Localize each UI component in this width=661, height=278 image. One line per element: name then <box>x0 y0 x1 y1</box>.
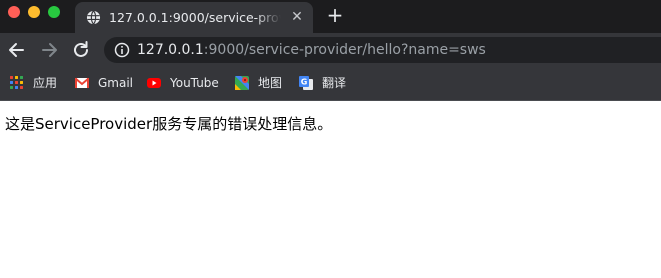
tab-title: 127.0.0.1:9000/service-provider/hello?na… <box>109 10 281 25</box>
toolbar: 127.0.0.1:9000/service-provider/hello?na… <box>0 33 661 67</box>
youtube-icon <box>147 78 161 88</box>
error-message: 这是ServiceProvider服务专属的错误处理信息。 <box>5 115 333 133</box>
address-bar[interactable]: 127.0.0.1:9000/service-provider/hello?na… <box>104 37 661 63</box>
bookmark-apps[interactable]: 应用 <box>9 74 64 92</box>
arrow-left-icon[interactable] <box>6 39 28 61</box>
bookmark-label: Gmail <box>98 76 134 90</box>
bookmark-maps[interactable]: 地图 <box>234 74 286 92</box>
minimize-window-button[interactable] <box>28 6 40 18</box>
tab-active[interactable]: 127.0.0.1:9000/service-provider/hello?na… <box>75 2 313 33</box>
maximize-window-button[interactable] <box>48 6 60 18</box>
page-content: 这是ServiceProvider服务专属的错误处理信息。 <box>0 101 661 278</box>
gmail-icon <box>74 77 90 88</box>
browser-window: 127.0.0.1:9000/service-provider/hello?na… <box>0 0 661 278</box>
bookmark-translate[interactable]: G 翻译 <box>298 74 350 92</box>
bookmark-label: 地图 <box>258 76 283 90</box>
new-tab-button[interactable]: + <box>325 5 345 25</box>
tab-strip: 127.0.0.1:9000/service-provider/hello?na… <box>0 0 661 33</box>
bookmarks-bar: 应用 Gmail YouTube 地图 G 翻译 <box>0 67 661 101</box>
arrow-right-icon[interactable] <box>38 39 60 61</box>
bookmark-gmail[interactable]: Gmail <box>74 74 136 92</box>
reload-icon[interactable] <box>70 39 92 61</box>
info-icon[interactable] <box>114 42 130 58</box>
bookmark-label: 翻译 <box>322 76 347 90</box>
svg-text:G: G <box>301 78 308 87</box>
translate-icon: G <box>299 76 313 90</box>
maps-icon <box>235 76 249 90</box>
url-path: :9000/service-provider/hello?name=sws <box>203 42 486 58</box>
bookmark-label: YouTube <box>170 76 219 90</box>
bookmark-youtube[interactable]: YouTube <box>146 74 226 92</box>
tab-close-icon[interactable]: ✕ <box>288 8 306 26</box>
apps-grid-icon <box>10 76 24 90</box>
close-window-button[interactable] <box>8 6 20 18</box>
url-text[interactable]: 127.0.0.1:9000/service-provider/hello?na… <box>137 41 486 59</box>
url-host: 127.0.0.1 <box>137 42 204 58</box>
bookmark-label: 应用 <box>33 76 58 90</box>
globe-icon <box>86 10 101 25</box>
